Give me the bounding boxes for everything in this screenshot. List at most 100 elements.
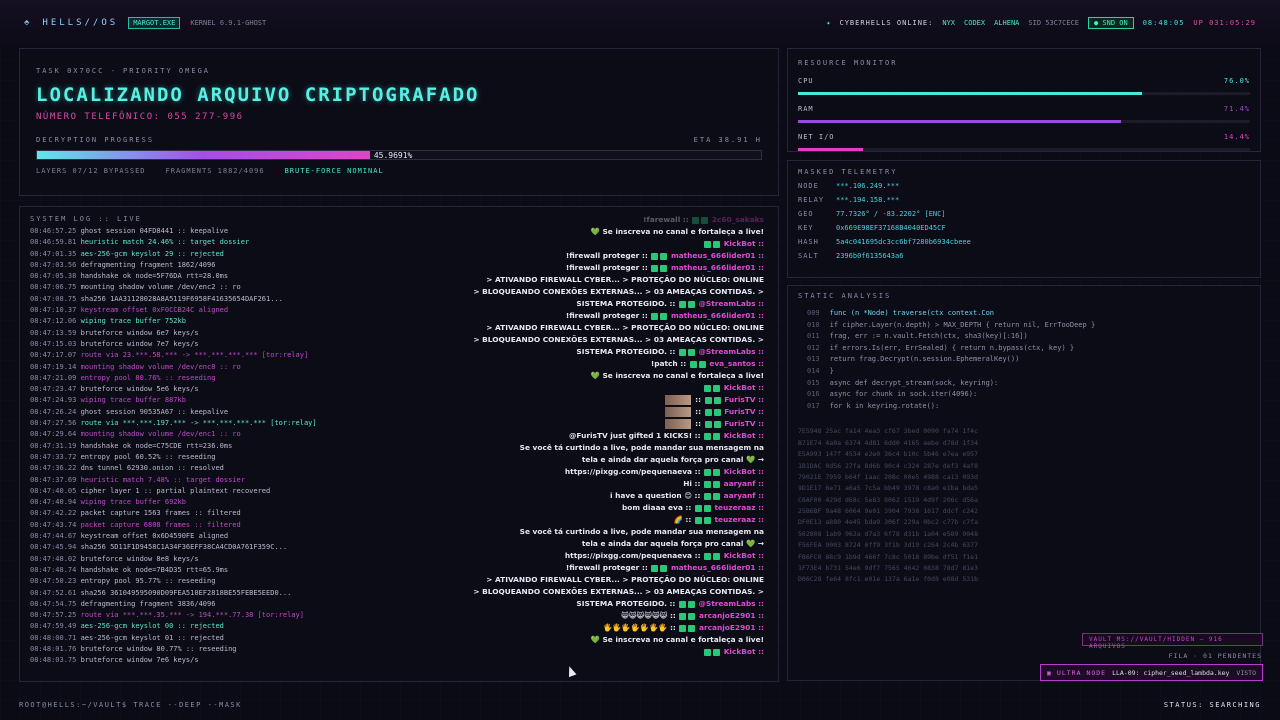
log-message: wiping trace buffer 692kb xyxy=(80,498,186,507)
sound-toggle[interactable]: ● SND ON xyxy=(1087,17,1134,29)
chat-username[interactable]: KickBot :: xyxy=(724,431,764,440)
chat-username[interactable]: KickBot :: xyxy=(724,383,764,392)
chat-message: > BLOQUEANDO CONEXÕES EXTERNAS... > 03 A… xyxy=(294,287,764,299)
log-timestamp: 08:47:45.94 xyxy=(30,543,77,552)
chat-message: https://pixgg.com/pequenaeva :: KickBot … xyxy=(294,551,764,563)
chat-message: > BLOQUEANDO CONEXÕES EXTERNAS... > 03 A… xyxy=(294,587,764,599)
chat-avatar xyxy=(665,395,692,405)
telemetry-value: ***.194.158.*** xyxy=(836,196,900,204)
log-timestamp: 08:48:03.75 xyxy=(30,656,77,665)
vault-badge[interactable]: VAULT MS://VAULT/HIDDEN — 916 ARQUIVOS xyxy=(1082,633,1263,650)
code-line: 017 for k in keyring.rotate(): xyxy=(807,402,1250,414)
chat-username[interactable]: KickBot :: xyxy=(724,551,764,560)
bruteforce-status: BRUTE-FORCE NOMINAL xyxy=(284,167,384,175)
code-text: return frag.Decrypt(n.session.EphemeralK… xyxy=(829,355,1020,364)
badge-icon xyxy=(713,420,721,428)
chat-username[interactable]: @StreamLabs :: xyxy=(699,599,764,608)
log-line: 08:47:42.22 packet capture 1563 frames :… xyxy=(30,509,330,520)
sound-toggle-label: SND ON xyxy=(1102,19,1128,27)
chat-username[interactable]: @StreamLabs :: xyxy=(699,299,764,308)
chat-text: 💚 Se inscreva no canal e fortaleça a liv… xyxy=(590,635,764,644)
user-tag[interactable]: MARGOT.EXE xyxy=(128,17,181,29)
task-title: LOCALIZANDO ARQUIVO CRIPTOGRAFADO xyxy=(36,84,480,106)
queue-status: FILA · 01 PENDENTES xyxy=(1168,652,1262,660)
online-user[interactable]: ALHENA xyxy=(994,19,1019,27)
log-message: entropy pool 60.52% :: reseeding xyxy=(80,452,216,461)
chat-message: @FurisTV just gifted 1 KICKS! :: KickBot… xyxy=(294,431,764,443)
chat-text: SISTEMA PROTEGIDO. :: xyxy=(576,299,676,308)
chat-message: :: FurisTV :: xyxy=(294,395,764,407)
log-timestamp: 08:47:40.05 xyxy=(30,486,77,495)
chat-username[interactable]: @StreamLabs :: xyxy=(699,347,764,356)
chat-message: https://pixgg.com/pequenaeva :: KickBot … xyxy=(294,467,764,479)
chat-text: 😸😸😸😸😸😸 :: xyxy=(621,611,676,620)
hex-dump: 7E5948 25ac fa14 4ea3 cf67 3bed 0090 fa7… xyxy=(798,427,1250,586)
chat-message: bom diaaa eva :: teuzeraaz :: xyxy=(294,503,764,515)
online-user[interactable]: NYX xyxy=(942,19,955,27)
badge-icon xyxy=(678,348,686,356)
badge-icon xyxy=(713,480,721,488)
telemetry-key: RELAY xyxy=(798,196,825,204)
chat-username[interactable]: arcanjoE2901 :: xyxy=(699,611,764,620)
resource-head: RAM 71.4% xyxy=(798,105,1250,113)
chat-text: tela e ainda dar aquela força pro canal … xyxy=(581,539,764,548)
chat-username[interactable]: FurisTV :: xyxy=(724,395,764,404)
log-timestamp: 08:47:27.56 xyxy=(30,419,77,428)
code-line: 014} xyxy=(807,367,1250,379)
badge-icon xyxy=(660,264,668,272)
log-line: 08:47:31.19 handshake ok node=C75CDE rtt… xyxy=(30,442,330,453)
chat-username[interactable]: eva_santos :: xyxy=(709,359,764,368)
chat-message: !firewall proteger :: matheus_666lider01… xyxy=(294,263,764,275)
progress-fill xyxy=(37,151,370,159)
log-timestamp: 08:46:59.81 xyxy=(30,238,77,247)
chat-text: bom diaaa eva :: xyxy=(622,503,692,512)
chat-username[interactable]: FurisTV :: xyxy=(724,419,764,428)
log-line: 08:47:06.75 mounting shadow volume /dev/… xyxy=(30,283,330,294)
chat-username[interactable]: matheus_666lider01 :: xyxy=(671,251,764,260)
chat-username[interactable]: matheus_666lider01 :: xyxy=(671,263,764,272)
chat-username[interactable]: matheus_666lider01 :: xyxy=(671,311,764,320)
chat-username[interactable]: KickBot :: xyxy=(724,239,764,248)
chat-username[interactable]: teuzeraaz :: xyxy=(714,503,764,512)
chat-username[interactable]: matheus_666lider01 :: xyxy=(671,563,764,572)
command-prompt[interactable]: ROOT@HELLS:~/VAULT$ TRACE --DEEP --MASK xyxy=(19,701,242,709)
telemetry-value: 5a4c041695dc3cc6bf7280b6934cbeee xyxy=(836,238,971,246)
code-text: async for chunk in sock.iter(4096): xyxy=(829,390,978,399)
chat-username[interactable]: 2c60_sakaks xyxy=(712,215,764,224)
log-message: defragmenting fragment 1862/4096 xyxy=(80,260,216,269)
eta: ETA 38.91 H xyxy=(693,136,762,144)
chat-username[interactable]: KickBot :: xyxy=(724,647,764,656)
ultra-node-state[interactable]: VISTO xyxy=(1236,669,1256,677)
chat-username[interactable]: arcanjoE2901 :: xyxy=(699,623,764,632)
log-message: ghost session 04FD8441 :: keepalive xyxy=(80,227,229,235)
chat-text: !firewall proteger :: xyxy=(565,311,648,320)
line-number: 015 xyxy=(807,378,820,387)
log-message: sha256 1AA31128028A8A5119F6958F41635654D… xyxy=(80,294,283,303)
chat-message: tela e ainda dar aquela força pro canal … xyxy=(294,539,764,551)
chat-message: !firewall proteger :: matheus_666lider01… xyxy=(294,563,764,575)
telemetry-value: 77.7326° / -83.2202° [ENC] xyxy=(836,210,946,218)
badge-icon xyxy=(704,408,712,416)
fragments-stat: FRAGMENTS 1882/4096 xyxy=(165,167,265,175)
ultra-node-notification[interactable]: ▣ ULTRA NODE LLA-09: cipher_seed_lambda.… xyxy=(1040,664,1263,681)
badge-icon xyxy=(704,480,712,488)
chat-username[interactable]: aaryanf :: xyxy=(724,479,764,488)
chat-username[interactable]: KickBot :: xyxy=(724,467,764,476)
telemetry-value: 0x669E98EF37168B4040ED45CF xyxy=(836,224,946,232)
chat-message: !firewall proteger :: matheus_666lider01… xyxy=(294,311,764,323)
chat-avatar xyxy=(665,407,692,417)
log-line: 08:47:12.06 wiping trace buffer 752kb xyxy=(30,317,330,328)
badge-icon xyxy=(713,648,721,656)
online-icon: ✦ xyxy=(826,19,831,27)
chat-message: 💚 Se inscreva no canal e fortaleça a liv… xyxy=(294,227,764,239)
log-lines: 08:46:57.25 ghost session 04FD8441 :: ke… xyxy=(30,227,330,668)
chat-username[interactable]: aaryanf :: xyxy=(724,491,764,500)
chat-message: !farewall :: 2c60_sakaks xyxy=(294,215,764,227)
chat-username[interactable]: teuzeraaz :: xyxy=(714,515,764,524)
progress-percent: 45.9691% xyxy=(373,151,413,160)
online-user[interactable]: CODEX xyxy=(964,19,985,27)
log-timestamp: 08:47:12.06 xyxy=(30,317,77,326)
chat-username[interactable]: FurisTV :: xyxy=(724,407,764,416)
log-timestamp: 08:47:54.75 xyxy=(30,599,77,608)
log-line: 08:47:33.72 entropy pool 60.52% :: resee… xyxy=(30,453,330,464)
